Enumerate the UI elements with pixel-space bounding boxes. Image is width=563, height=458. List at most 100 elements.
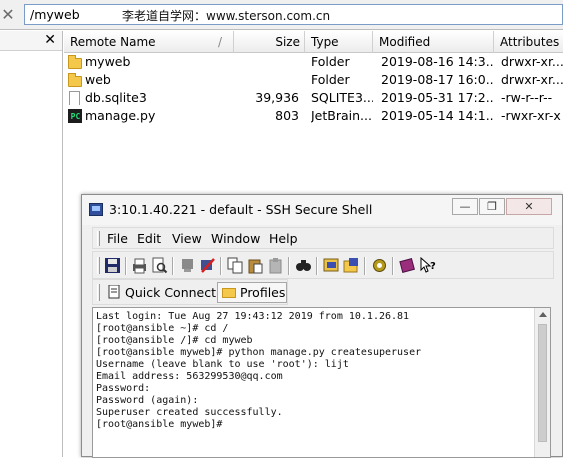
menu-view[interactable]: View [172, 231, 202, 246]
menu-window[interactable]: Window [211, 231, 260, 246]
file-icon [68, 91, 82, 105]
quick-connect-icon [108, 285, 120, 299]
close-icon[interactable]: ✕ [0, 6, 16, 24]
terminal-line: [root@ansible myweb]# [96, 419, 223, 430]
terminal-line: Last login: Tue Aug 27 19:43:12 2019 fro… [96, 311, 410, 322]
find-icon[interactable] [295, 257, 312, 274]
paste-icon[interactable] [247, 257, 264, 274]
file-modified: 2019-08-17 16:0... [381, 72, 494, 87]
toolbar-separator [172, 257, 174, 275]
column-header-attributes[interactable]: Attributes [494, 31, 563, 53]
menu-edit[interactable]: Edit [137, 231, 161, 246]
terminal-line: Superuser created successfully. [96, 407, 283, 418]
file-row-web[interactable]: web Folder 2019-08-17 16:0... drwxr-xr..… [64, 71, 563, 89]
profiles-button[interactable]: Profiles [217, 282, 287, 303]
menu-file[interactable]: File [107, 231, 128, 246]
toolbar-separator [220, 257, 222, 275]
help-book-icon[interactable] [399, 257, 416, 274]
file-attributes: drwxr-xr... [501, 54, 563, 69]
file-modified: 2019-05-14 14:1... [381, 108, 494, 123]
profiles-edit-icon[interactable] [343, 257, 360, 274]
toolbar-separator [316, 257, 318, 275]
maximize-button[interactable]: ❐ [479, 198, 505, 215]
folder-icon [222, 288, 236, 298]
column-header-type[interactable]: Type [305, 31, 373, 53]
toolbar-grip-icon [97, 284, 100, 301]
quick-connect-label: Quick Connect [125, 285, 217, 300]
terminal-line: [root@ansible ~]# cd / [96, 323, 229, 334]
terminal-text: Last login: Tue Aug 27 19:43:12 2019 fro… [96, 311, 532, 431]
sftp-icon[interactable] [371, 257, 388, 274]
folder-icon [68, 55, 82, 69]
column-header-modified[interactable]: Modified [373, 31, 494, 53]
toolbar-separator [125, 257, 127, 275]
ssh-app-icon [89, 203, 103, 216]
toolbar-separator [392, 257, 394, 275]
column-headers: Remote Name / Size Type Modified Attribu… [64, 31, 563, 53]
file-attributes: -rwxr-xr-x [501, 108, 561, 123]
path-bar: ✕ /myweb 李老道自学网：www.sterson.com.cn [0, 0, 563, 30]
minimize-button[interactable]: — [452, 198, 478, 215]
column-header-remote-name[interactable]: Remote Name / [64, 31, 234, 53]
file-name: myweb [85, 54, 131, 69]
terminal-line: Password: [96, 383, 151, 394]
file-type: SQLITE3... [311, 90, 373, 105]
file-name: manage.py [85, 108, 156, 123]
file-name: web [85, 72, 111, 87]
folder-icon [68, 73, 82, 87]
file-size: 803 [275, 108, 299, 123]
terminal-scrollbar[interactable] [534, 308, 550, 457]
file-name: db.sqlite3 [85, 90, 147, 105]
context-help-icon[interactable]: ? [419, 257, 436, 274]
left-pane-header: ✕ [0, 31, 62, 51]
toolbar-separator [364, 257, 366, 275]
print-icon[interactable] [131, 257, 148, 274]
column-header-size[interactable]: Size [234, 31, 305, 53]
paste-disabled-icon[interactable] [267, 257, 284, 274]
scroll-up-icon[interactable] [539, 312, 547, 317]
ssh-shell-window: 3:10.1.40.221 - default - SSH Secure She… [81, 194, 563, 458]
scrollbar-thumb[interactable] [538, 324, 547, 442]
terminal-line: [root@ansible /]# cd myweb [96, 335, 253, 346]
save-icon[interactable] [104, 257, 121, 274]
terminal-output[interactable]: Last login: Tue Aug 27 19:43:12 2019 fro… [92, 307, 551, 458]
file-row-manage-py[interactable]: PC manage.py 803 JetBrain... 2019-05-14 … [64, 107, 563, 125]
file-rows: myweb Folder 2019-08-16 14:3... drwxr-xr… [64, 53, 563, 125]
file-size: 39,936 [255, 90, 299, 105]
toolbar: ? [92, 251, 554, 279]
toolbar-separator [288, 257, 290, 275]
file-row-myweb[interactable]: myweb Folder 2019-08-16 14:3... drwxr-xr… [64, 53, 563, 71]
file-modified: 2019-08-16 14:3... [381, 54, 494, 69]
terminal-line: Email address: 563299530@qq.com [96, 371, 283, 382]
terminal-line: Username (leave blank to use 'root'): li… [96, 359, 349, 370]
window-titlebar[interactable]: 3:10.1.40.221 - default - SSH Secure She… [82, 195, 562, 225]
watermark-text: 李老道自学网：www.sterson.com.cn [122, 9, 331, 23]
window-close-button[interactable]: ✕ [506, 198, 552, 215]
copy-icon[interactable] [227, 257, 244, 274]
left-pane: ✕ [0, 31, 63, 457]
file-type: Folder [311, 54, 350, 69]
file-attributes: -rw-r--r-- [501, 90, 553, 105]
pycharm-file-icon: PC [68, 109, 82, 123]
toolbar-grip-icon [97, 231, 100, 246]
menu-help[interactable]: Help [269, 231, 298, 246]
menu-bar: File Edit View Window Help [92, 227, 554, 249]
settings-icon[interactable] [323, 257, 340, 274]
file-row-db-sqlite3[interactable]: db.sqlite3 39,936 SQLITE3... 2019-05-31 … [64, 89, 563, 107]
quick-connect-button[interactable]: Quick Connect [105, 282, 217, 303]
svg-text:?: ? [430, 261, 436, 272]
file-attributes: drwxr-xr... [501, 72, 563, 87]
quick-connect-bar: Quick Connect Profiles [92, 279, 288, 305]
profiles-label: Profiles [240, 285, 286, 300]
terminal-line: [root@ansible myweb]# python manage.py c… [96, 347, 422, 358]
print-preview-icon[interactable] [151, 257, 168, 274]
sort-indicator-icon: / [218, 35, 223, 49]
file-modified: 2019-05-31 17:2... [381, 90, 494, 105]
window-title: 3:10.1.40.221 - default - SSH Secure She… [109, 202, 373, 217]
disconnect-icon[interactable] [199, 257, 216, 274]
file-type: JetBrain... [311, 108, 372, 123]
toolbar-grip-icon [97, 257, 100, 274]
close-pane-icon[interactable]: ✕ [44, 32, 56, 48]
quick-connect-disabled-icon[interactable] [179, 257, 196, 274]
terminal-line: Password (again): [96, 395, 199, 406]
